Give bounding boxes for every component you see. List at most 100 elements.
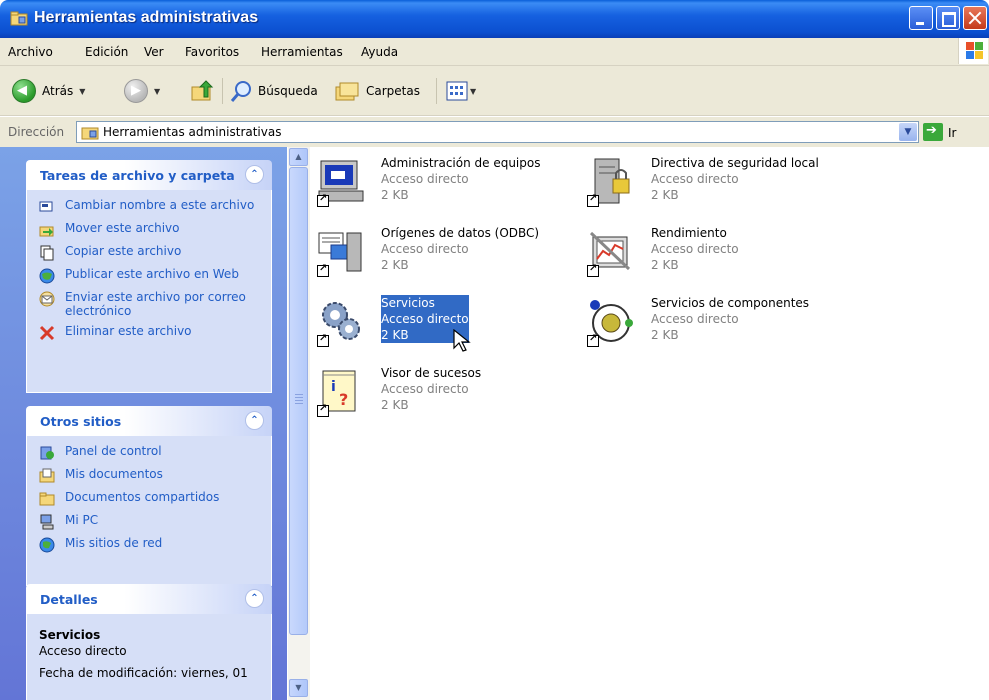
views-button[interactable]: ▼ [446,78,476,104]
place-my-documents[interactable]: Mis documentos [39,467,263,484]
up-folder-button[interactable] [190,78,214,104]
panel-title: Tareas de archivo y carpeta [40,168,235,183]
file-size: 2 KB [381,258,409,272]
menu-ayuda[interactable]: Ayuda [361,45,398,59]
scroll-thumb[interactable] [289,167,308,635]
title-bar: Herramientas administrativas [0,0,989,38]
minimize-button[interactable] [909,6,933,30]
file-name: Visor de sucesos [381,366,482,380]
collapse-chevron-icon[interactable]: ⌃ [245,165,264,184]
close-button[interactable] [963,6,987,30]
network-globe-icon [39,537,55,553]
file-item[interactable]: Administración de equipos Acceso directo… [311,151,571,217]
shortcut-arrow-icon [317,333,329,347]
folders-button[interactable]: Carpetas [334,78,420,104]
task-pane: Tareas de archivo y carpeta ⌃ Cambiar no… [0,147,287,700]
place-label: Mi PC [65,513,99,527]
menu-ver[interactable]: Ver [144,45,164,59]
place-label: Documentos compartidos [65,490,220,504]
go-button-label[interactable]: Ir [948,126,956,140]
details-modified-date: Fecha de modificación: viernes, 01 [39,666,248,680]
collapse-chevron-icon[interactable]: ⌃ [245,589,264,608]
menu-favoritos[interactable]: Favoritos [185,45,239,59]
file-type: Acceso directo [381,312,469,326]
windows-logo-icon [958,38,988,64]
svg-text:?: ? [339,390,348,409]
file-item[interactable]: Orígenes de datos (ODBC) Acceso directo … [311,221,571,287]
panel-title: Detalles [40,592,98,607]
toolbar: Atrás ▼ ▼ Búsqueda Carpetas ▼ [0,66,989,116]
shortcut-arrow-icon [317,403,329,417]
file-item-selected[interactable]: Servicios Acceso directo 2 KB [311,291,571,357]
views-icon [446,81,468,101]
task-delete[interactable]: Eliminar este archivo [39,324,263,341]
search-label: Búsqueda [258,84,318,98]
other-places-header[interactable]: Otros sitios ⌃ [26,406,272,436]
task-label: Copiar este archivo [65,244,182,258]
file-type: Acceso directo [651,312,739,326]
menu-archivo[interactable]: Archivo [8,45,53,59]
search-icon [230,81,251,102]
folders-label: Carpetas [366,84,420,98]
task-move[interactable]: Mover este archivo [39,221,263,238]
file-name: Orígenes de datos (ODBC) [381,226,540,240]
task-copy[interactable]: Copiar este archivo [39,244,263,261]
place-label: Panel de control [65,444,162,458]
place-shared-documents[interactable]: Documentos compartidos [39,490,263,507]
back-label: Atrás [42,84,74,98]
other-places-panel: Otros sitios ⌃ Panel de control Mis docu… [26,406,272,586]
place-my-computer[interactable]: Mi PC [39,513,263,530]
shortcut-arrow-icon [587,333,599,347]
menu-herramientas[interactable]: Herramientas [261,45,343,59]
up-folder-icon [191,80,214,101]
mouse-cursor-icon [453,329,471,352]
panel-title: Otros sitios [40,414,122,429]
scroll-down-icon[interactable]: ▼ [289,679,308,697]
shared-folder-icon [39,492,55,506]
forward-dropdown-icon[interactable]: ▼ [154,87,160,96]
back-button[interactable]: Atrás ▼ [12,78,85,104]
rename-icon [39,201,53,212]
menu-edicion[interactable]: Edición [85,45,128,59]
details-header[interactable]: Detalles ⌃ [26,584,272,614]
maximize-button[interactable] [936,6,960,30]
task-label: Mover este archivo [65,221,180,235]
address-value: Herramientas administrativas [103,125,282,139]
file-item[interactable]: Rendimiento Acceso directo 2 KB [581,221,841,287]
file-size: 2 KB [651,328,679,342]
forward-button[interactable]: ▼ [124,78,160,104]
details-file-name: Servicios [39,628,101,642]
file-tasks-panel: Tareas de archivo y carpeta ⌃ Cambiar no… [26,160,272,393]
admin-tools-folder-icon [10,11,28,26]
shortcut-arrow-icon [587,193,599,207]
place-network[interactable]: Mis sitios de red [39,536,263,553]
file-name: Directiva de seguridad local [651,156,819,170]
file-item[interactable]: Directiva de seguridad local Acceso dire… [581,151,841,217]
address-bar: Dirección Herramientas administrativas ▼… [0,117,989,147]
shortcut-arrow-icon [587,263,599,277]
file-item[interactable]: Servicios de componentes Acceso directo … [581,291,841,357]
scroll-up-icon[interactable]: ▲ [289,148,308,166]
go-arrow-icon[interactable] [923,123,943,141]
place-label: Mis documentos [65,467,163,481]
my-documents-icon [39,468,55,483]
control-panel-icon [40,446,54,460]
file-list: Administración de equipos Acceso directo… [311,147,989,700]
file-item[interactable]: i ? Visor de sucesos Acceso directo 2 KB [311,361,571,427]
back-dropdown-icon[interactable]: ▼ [79,87,85,96]
toolbar-separator [222,78,223,104]
address-dropdown-icon[interactable]: ▼ [899,123,917,141]
task-rename[interactable]: Cambiar nombre a este archivo [39,198,263,215]
address-input[interactable]: Herramientas administrativas ▼ [76,121,919,143]
task-publish-web[interactable]: Publicar este archivo en Web [39,267,263,284]
collapse-chevron-icon[interactable]: ⌃ [245,411,264,430]
file-name: Servicios de componentes [651,296,810,310]
file-name: Rendimiento [651,226,727,240]
file-tasks-header[interactable]: Tareas de archivo y carpeta ⌃ [26,160,272,190]
place-control-panel[interactable]: Panel de control [39,444,263,461]
task-pane-scrollbar[interactable]: ▲ ▼ [288,147,310,700]
details-file-type: Acceso directo [39,644,127,658]
views-dropdown-icon[interactable]: ▼ [470,87,476,96]
search-button[interactable]: Búsqueda [230,78,318,104]
task-email[interactable]: Enviar este archivo por correo electróni… [39,290,263,318]
